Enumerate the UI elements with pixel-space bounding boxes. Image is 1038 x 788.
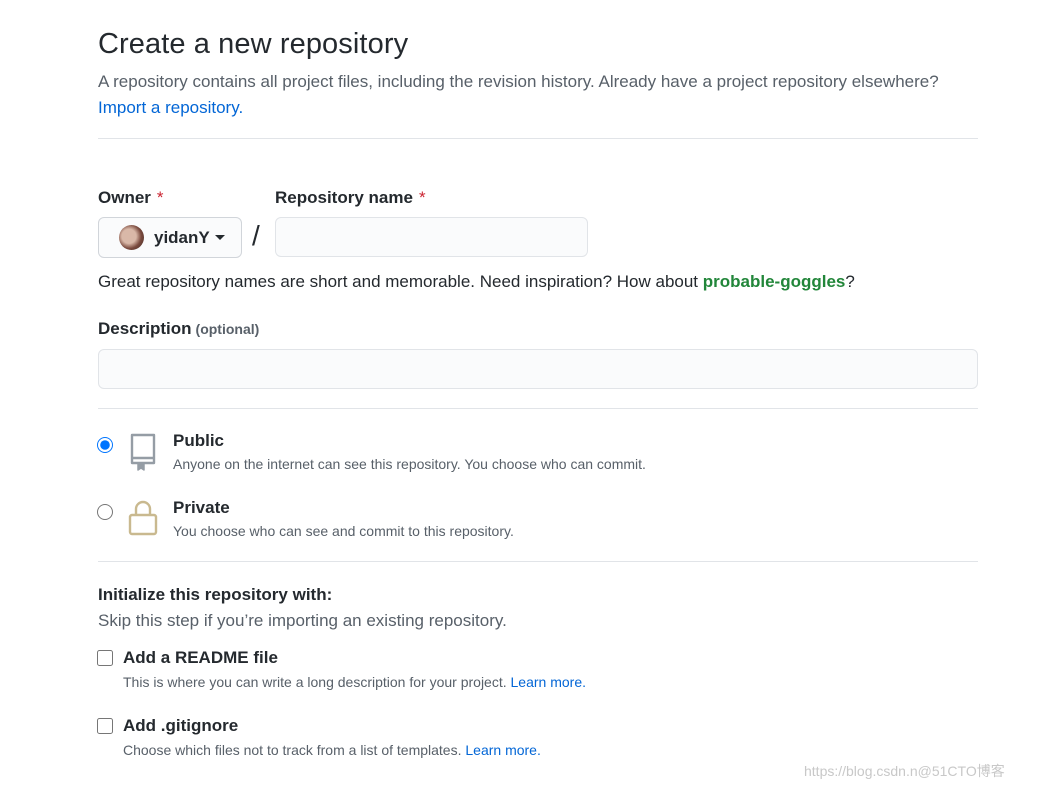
optional-tag: (optional) (195, 321, 260, 337)
readme-title: Add a README file (123, 648, 278, 667)
required-mark: * (156, 188, 164, 207)
page-subtitle: A repository contains all project files,… (98, 69, 978, 121)
private-title: Private (173, 498, 230, 517)
gitignore-desc-text: Choose which files not to track from a l… (123, 742, 462, 758)
subtitle-text: A repository contains all project files,… (98, 72, 939, 91)
description-label-text: Description (98, 319, 192, 338)
owner-label-text: Owner (98, 188, 151, 207)
gitignore-desc: Choose which files not to track from a l… (123, 742, 541, 758)
repo-name-label-text: Repository name (275, 188, 413, 207)
divider (98, 561, 978, 562)
caret-down-icon (214, 235, 225, 240)
repo-name-input[interactable] (275, 217, 588, 257)
gitignore-checkbox[interactable] (97, 718, 113, 734)
init-title: Initialize this repository with: (98, 585, 333, 604)
repo-name-hint: Great repository names are short and mem… (98, 272, 855, 292)
public-desc: Anyone on the internet can see this repo… (173, 456, 646, 472)
required-mark: * (418, 188, 426, 207)
readme-checkbox[interactable] (97, 650, 113, 666)
public-title: Public (173, 431, 225, 450)
gitignore-learn-more-link[interactable]: Learn more. (465, 742, 540, 758)
owner-repo-separator: / (252, 220, 260, 251)
owner-name: yidanY (154, 227, 210, 247)
gitignore-title: Add .gitignore (123, 716, 239, 735)
page-title: Create a new repository (98, 28, 409, 60)
divider (98, 408, 978, 409)
owner-label: Owner * (98, 188, 164, 208)
watermark: https://blog.csdn.n@51CTO博客 (804, 763, 1005, 779)
owner-dropdown[interactable]: yidanY (98, 217, 242, 258)
readme-desc-text: This is where you can write a long descr… (123, 674, 507, 690)
divider (98, 138, 978, 139)
readme-desc: This is where you can write a long descr… (123, 674, 586, 690)
init-subtitle: Skip this step if you’re importing an ex… (98, 611, 507, 630)
lock-icon (128, 500, 158, 536)
description-input[interactable] (98, 349, 978, 389)
private-radio[interactable] (97, 504, 113, 520)
readme-learn-more-link[interactable]: Learn more. (511, 674, 586, 690)
avatar (119, 225, 144, 250)
hint-text: Great repository names are short and mem… (98, 272, 703, 291)
hint-suffix: ? (845, 272, 855, 291)
name-suggestion[interactable]: probable-goggles (703, 272, 846, 291)
repo-book-icon (130, 433, 156, 471)
repo-name-label: Repository name * (275, 188, 426, 208)
public-radio[interactable] (97, 437, 113, 453)
private-desc: You choose who can see and commit to thi… (173, 523, 514, 539)
description-label: Description (optional) (98, 319, 259, 339)
import-repository-link[interactable]: Import a repository. (98, 98, 243, 117)
